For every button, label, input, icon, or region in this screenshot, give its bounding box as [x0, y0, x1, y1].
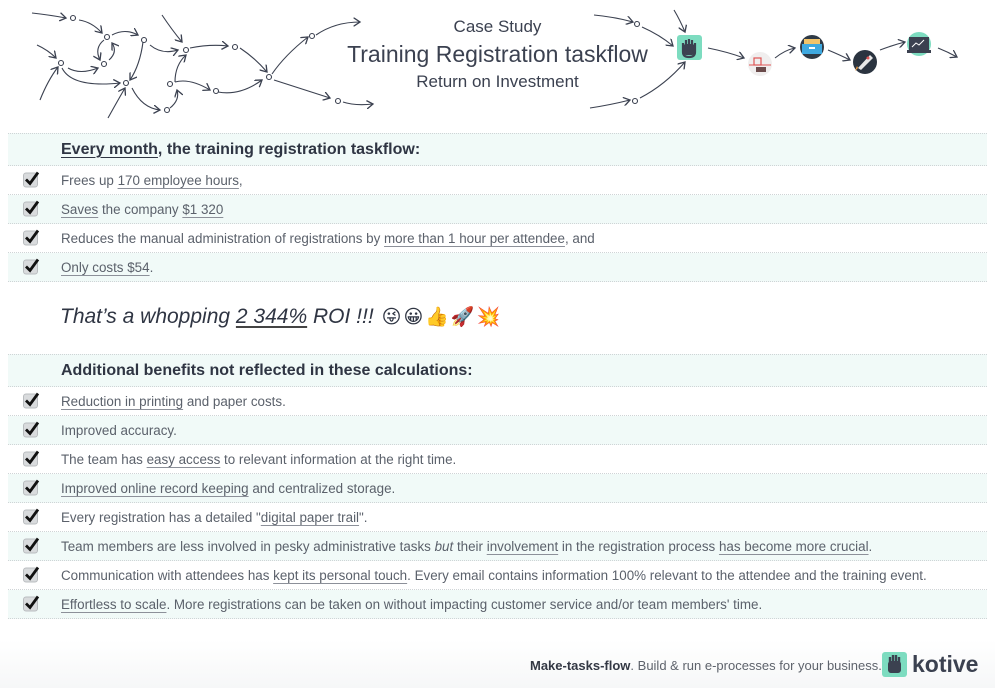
additional-benefits-table: Additional benefits not reflected in the… [8, 354, 987, 619]
footer: Make-tasks-flow. Build & run e-processes… [0, 640, 995, 688]
benefit-text: Only costs $54. [61, 259, 154, 275]
checkmark-icon [25, 595, 40, 610]
footer-slogan: Make-tasks-flow. Build & run e-processes… [530, 658, 882, 673]
title-block: Case Study Training Registration taskflo… [335, 16, 660, 94]
checkmark-icon [25, 200, 40, 215]
benefit-text: Effortless to scale. More registrations … [61, 596, 763, 612]
page-title: Training Registration taskflow [347, 41, 648, 67]
checkmark-icon [25, 537, 40, 552]
benefit-row: Saves the company $1 320 [8, 195, 987, 224]
checkbox-checked[interactable] [23, 200, 40, 217]
benefit-row: Reduction in printing and paper costs. [8, 387, 987, 416]
header-banner: Case Study Training Registration taskflo… [0, 0, 995, 128]
checkbox-checked[interactable] [23, 479, 40, 496]
page-tagline: Return on Investment [416, 72, 579, 91]
checkbox-checked[interactable] [23, 508, 40, 525]
benefit-row: Improved accuracy. [8, 416, 987, 445]
benefit-text: The team has easy access to relevant inf… [61, 451, 457, 467]
benefit-text: Improved accuracy. [61, 422, 177, 438]
checkmark-icon [25, 479, 40, 494]
benefit-text: Saves the company $1 320 [61, 201, 224, 217]
additional-heading: Additional benefits not reflected in the… [61, 361, 473, 379]
kotive-hand-icon [677, 35, 702, 60]
benefit-row: Team members are less involved in pesky … [8, 532, 987, 561]
checkmark-icon [25, 392, 40, 407]
benefit-row: Only costs $54. [8, 253, 987, 282]
brand-name: kotive [912, 651, 979, 677]
benefit-text: Communication with attendees has kept it… [61, 567, 927, 583]
qr-code-icon [748, 52, 772, 76]
checkmark-icon [25, 258, 40, 273]
benefit-row: The team has easy access to relevant inf… [8, 445, 987, 474]
checkbox-checked[interactable] [23, 537, 40, 554]
checkmark-icon [25, 229, 40, 244]
monitor-chart-icon [907, 32, 931, 56]
checkmark-icon [25, 171, 40, 186]
benefit-row: Communication with attendees has kept it… [8, 561, 987, 590]
benefit-row: Reduces the manual administration of reg… [8, 224, 987, 253]
benefit-row: Effortless to scale. More registrations … [8, 590, 987, 619]
checkbox-checked[interactable] [23, 421, 40, 438]
roi-statement: That’s a whopping 2 344% ROI !!! 😜😀👍🚀💥 [60, 305, 503, 328]
checkbox-checked[interactable] [23, 392, 40, 409]
monthly-benefits-table: Every month, the training registration t… [8, 133, 987, 282]
checkmark-icon [25, 450, 40, 465]
checkmark-icon [25, 566, 40, 581]
checkbox-checked[interactable] [23, 171, 40, 188]
checkbox-checked[interactable] [23, 450, 40, 467]
checkbox-checked[interactable] [23, 229, 40, 246]
benefit-text: Reduction in printing and paper costs. [61, 393, 286, 409]
benefit-text: Team members are less involved in pesky … [61, 538, 873, 554]
benefit-text: Every registration has a detailed "digit… [61, 509, 368, 525]
kotive-logo-icon [882, 652, 907, 677]
checkmark-icon [25, 421, 40, 436]
roi-value: 2 344% [235, 305, 308, 328]
filing-drawer-icon [800, 35, 824, 59]
celebration-emojis: 😜😀👍🚀💥 [381, 307, 503, 328]
rocket-icon [853, 50, 877, 74]
benefit-text: Frees up 170 employee hours, [61, 172, 243, 188]
benefit-row: Improved online record keeping and centr… [8, 474, 987, 503]
checkbox-checked[interactable] [23, 258, 40, 275]
checkmark-icon [25, 508, 40, 523]
benefit-text: Improved online record keeping and centr… [61, 480, 396, 496]
case-study-label: Case Study [453, 17, 542, 36]
benefit-row: Frees up 170 employee hours, [8, 166, 987, 195]
benefit-row: Every registration has a detailed "digit… [8, 503, 987, 532]
monthly-heading: Every month, the training registration t… [61, 140, 421, 158]
kotive-brand-link[interactable]: kotive [882, 651, 978, 678]
monthly-heading-row: Every month, the training registration t… [8, 133, 987, 166]
checkbox-checked[interactable] [23, 566, 40, 583]
benefit-text: Reduces the manual administration of reg… [61, 230, 595, 246]
checkbox-checked[interactable] [23, 595, 40, 612]
additional-heading-row: Additional benefits not reflected in the… [8, 354, 987, 387]
